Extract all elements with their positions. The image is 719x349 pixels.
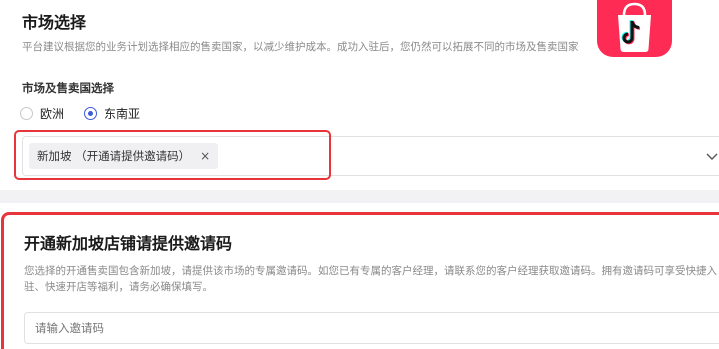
market-radio-group: 欧洲 东南亚 (20, 105, 160, 122)
market-title: 市场选择 (22, 13, 87, 32)
market-field-label: 市场及售卖国选择 (22, 81, 114, 95)
radio-southeast-asia-label: 东南亚 (104, 107, 141, 121)
radio-europe-circle[interactable] (20, 107, 33, 120)
market-description: 平台建议根据您的业务计划选择相应的售卖国家，以减少维护成本。成功入驻后，您仍然可… (22, 41, 579, 53)
page: 市场选择 平台建议根据您的业务计划选择相应的售卖国家，以减少维护成本。成功入驻后… (0, 0, 719, 349)
radio-southeast-asia[interactable]: 东南亚 (84, 105, 140, 122)
radio-europe[interactable]: 欧洲 (20, 105, 64, 122)
radio-europe-label: 欧洲 (40, 107, 65, 121)
chevron-down-icon[interactable] (705, 149, 719, 163)
highlight-box-invite (1, 212, 719, 349)
radio-southeast-asia-circle[interactable] (84, 107, 98, 120)
tiktok-shop-icon (618, 2, 651, 52)
tiktok-shop-badge (597, 0, 672, 57)
highlight-box-country (14, 130, 331, 180)
